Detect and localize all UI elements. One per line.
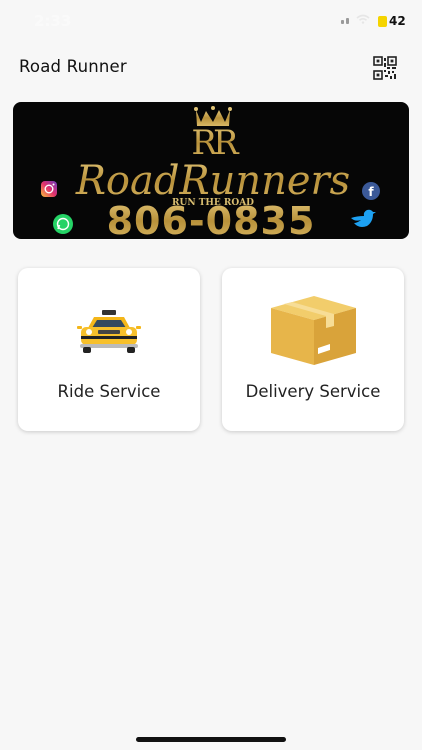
wifi-icon	[356, 14, 370, 24]
battery-icon: 42	[378, 14, 406, 28]
app-bar: Road Runner	[0, 48, 422, 88]
whatsapp-icon	[53, 214, 73, 234]
package-box-icon	[271, 296, 356, 365]
status-time: 2:33	[34, 12, 72, 30]
facebook-icon: f	[362, 182, 380, 200]
ride-service-label: Ride Service	[57, 382, 161, 401]
delivery-service-card[interactable]: Delivery Service	[222, 268, 404, 431]
status-bar: 2:33 42	[0, 0, 422, 40]
cellular-signal-icon	[341, 18, 349, 24]
home-indicator[interactable]	[136, 737, 286, 742]
qr-code-icon[interactable]	[373, 56, 397, 80]
rr-monogram: RR	[191, 123, 240, 163]
svg-text:f: f	[368, 185, 374, 199]
battery-level: 42	[389, 14, 406, 28]
twitter-icon	[351, 209, 376, 227]
banner-phone-number: 806-0835	[107, 199, 316, 239]
taxi-icon	[77, 310, 141, 353]
page-title: Road Runner	[19, 57, 127, 76]
ride-service-card[interactable]: Ride Service	[18, 268, 200, 431]
instagram-icon	[41, 181, 57, 197]
promo-banner[interactable]: RR RoadRunners RUN THE ROAD 806-0835 f	[13, 102, 409, 239]
delivery-service-label: Delivery Service	[245, 382, 381, 401]
